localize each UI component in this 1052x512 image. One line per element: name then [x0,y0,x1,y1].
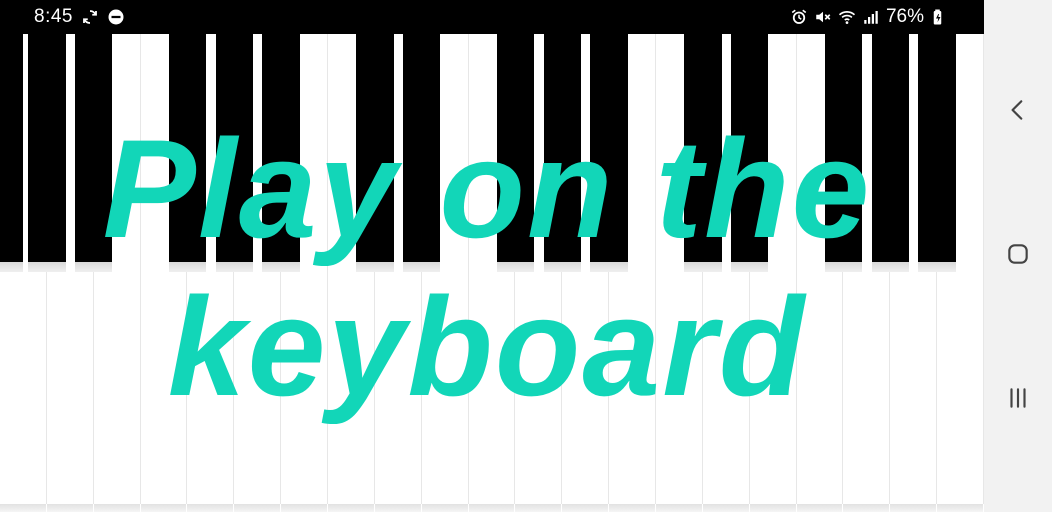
status-bar-left: 8:45 [34,0,125,34]
recents-button[interactable] [998,378,1038,418]
back-icon [1005,97,1031,123]
black-key[interactable] [28,34,67,272]
black-key[interactable] [74,34,113,272]
battery-percentage: 76% [885,6,924,27]
black-key[interactable] [0,34,24,272]
battery-icon [930,8,948,26]
back-button[interactable] [998,90,1038,130]
black-key[interactable] [918,34,957,272]
navigation-bar [984,0,1052,512]
home-button[interactable] [998,234,1038,274]
black-key[interactable] [496,34,535,272]
black-key[interactable] [590,34,629,272]
signal-icon [862,8,880,26]
black-key[interactable] [262,34,301,272]
status-bar: 8:45 76% [0,0,984,34]
home-icon [1005,241,1031,267]
recents-icon [1005,385,1031,411]
black-key[interactable] [215,34,254,272]
black-key[interactable] [543,34,582,272]
black-key[interactable] [168,34,207,272]
sync-icon [81,8,99,26]
black-key[interactable] [730,34,769,272]
dell-app-icon [107,8,125,26]
mute-icon [814,8,832,26]
piano-keyboard[interactable] [0,34,984,512]
black-key[interactable] [402,34,441,272]
wifi-icon [838,8,856,26]
status-time: 8:45 [34,6,73,27]
black-key[interactable] [684,34,723,272]
alarm-icon [790,8,808,26]
black-key[interactable] [356,34,395,272]
app-screen: 8:45 76% Play on the keyboard [0,0,1052,512]
black-key[interactable] [871,34,910,272]
black-key[interactable] [824,34,863,272]
status-bar-right: 76% [790,0,948,34]
